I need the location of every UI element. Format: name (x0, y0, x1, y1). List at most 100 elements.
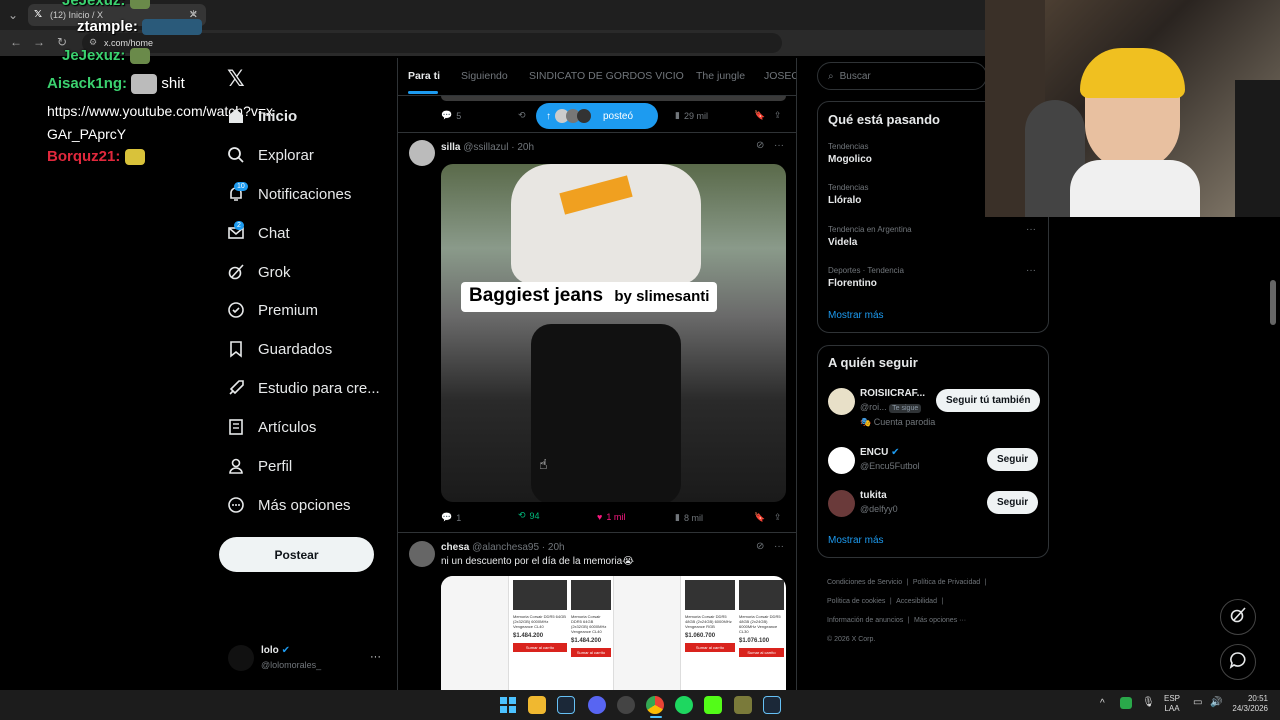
search-input[interactable]: ⌕ Buscar (817, 62, 987, 90)
tab-siguiendo[interactable]: Siguiendo (461, 70, 508, 82)
nav-item-inicio[interactable]: Inicio (226, 101, 297, 131)
avatar[interactable] (828, 447, 855, 474)
avatar[interactable] (409, 140, 435, 166)
discord-icon[interactable] (588, 696, 606, 714)
avatar[interactable] (228, 645, 254, 671)
tab-sindicato[interactable]: SINDICATO DE GORDOS VICIO (529, 70, 684, 82)
footer-link[interactable]: Accesibilidad (896, 598, 937, 605)
repost-button[interactable]: ⟲ 94 (518, 510, 540, 521)
footer-link[interactable]: Política de cookies (827, 598, 885, 605)
author-name[interactable]: chesa (441, 542, 469, 553)
nav-label: Guardados (258, 340, 333, 358)
follow-button[interactable]: Seguir (987, 491, 1039, 514)
x-logo-icon[interactable]: 𝕏 (227, 66, 245, 92)
trend-item[interactable]: Deportes · Tendencia Florentino (828, 266, 1038, 289)
footer-link[interactable]: Condiciones de Servicio (827, 579, 902, 586)
nav-item-chat[interactable]: 2 Chat (226, 218, 290, 248)
post-button[interactable]: Postear (219, 537, 374, 572)
nav-item-perfil[interactable]: Perfil (226, 451, 292, 481)
post-time[interactable]: 20h (548, 542, 565, 553)
messages-float-button[interactable] (1220, 644, 1256, 680)
network-icon[interactable]: ▭ (1193, 697, 1202, 708)
steam-icon[interactable] (763, 696, 781, 714)
avatar[interactable] (409, 541, 435, 567)
post-image[interactable]: Memoria Corsair DDR5 64GB (2x32GB) 6000M… (441, 576, 786, 690)
product-card: Memoria Corsair DDR5 64GB (2x32GB) 6000M… (513, 580, 567, 674)
forward-icon[interactable]: → (33, 35, 45, 49)
file-explorer-icon[interactable] (528, 696, 546, 714)
author-handle[interactable]: @ssillazul (463, 142, 508, 153)
nav-item-guardados[interactable]: Guardados (226, 334, 332, 364)
account-name[interactable]: lolo ✔ (261, 645, 290, 656)
follow-name[interactable]: ENCU ✔ (860, 447, 900, 458)
back-icon[interactable]: ← (10, 35, 22, 49)
post-video[interactable]: Baggiest jeans by slimesanti (441, 164, 786, 502)
grok-float-button[interactable] (1220, 599, 1256, 635)
author-name[interactable]: silla (441, 142, 460, 153)
bookmark-button[interactable]: 🔖 (754, 110, 765, 121)
show-more-link[interactable]: Mostrar más (828, 310, 884, 321)
product-price: $1.484.200 (513, 633, 544, 639)
share-button[interactable]: ⇪ (774, 512, 782, 523)
views-button[interactable]: ▮ 8 mil (675, 512, 703, 523)
nav-item-notificaciones[interactable]: 10 Notificaciones (226, 179, 351, 209)
follow-back-button[interactable]: Seguir tú también (936, 389, 1041, 412)
hand-cursor-icon: ☝ (539, 456, 548, 472)
steam-icon[interactable] (557, 696, 575, 714)
new-posts-pill[interactable]: ↑ posteó (536, 103, 658, 129)
trend-more-icon[interactable]: ··· (1026, 265, 1036, 276)
repost-button[interactable]: ⟲ (518, 110, 526, 121)
tray-app-icon[interactable] (1120, 697, 1132, 709)
language-indicator[interactable]: ESP LAA (1164, 694, 1180, 714)
follow-name[interactable]: ROISIICRAF... (860, 388, 925, 399)
kick-icon[interactable] (704, 696, 722, 714)
bookmark-button[interactable]: 🔖 (754, 512, 765, 523)
tab-joseo[interactable]: JOSEO (764, 70, 796, 82)
chrome-icon[interactable] (646, 696, 664, 714)
repost-icon: ⟲ (518, 510, 526, 520)
share-button[interactable]: ⇪ (774, 110, 782, 121)
nav-item-estudio[interactable]: Estudio para cre... (226, 373, 380, 403)
like-button[interactable]: ♥ 1 mil (597, 512, 625, 522)
spotify-icon[interactable] (675, 696, 693, 714)
post-time[interactable]: 20h (517, 142, 534, 153)
nav-item-premium[interactable]: Premium (226, 295, 318, 325)
page-scrollbar[interactable] (1270, 280, 1276, 325)
grok-post-icon[interactable]: ⊘ (756, 140, 764, 151)
nav-item-explorar[interactable]: Explorar (226, 140, 314, 170)
account-more-icon[interactable]: ··· (370, 651, 381, 663)
footer-link[interactable]: Más opciones ··· (914, 617, 966, 624)
filter-panel (613, 576, 681, 690)
reply-button[interactable]: 💬 5 (441, 110, 461, 121)
author-handle[interactable]: @alanchesa95 (472, 542, 539, 553)
trend-item[interactable]: Tendencia en Argentina Videla (828, 225, 1038, 248)
post-more-icon[interactable]: ··· (774, 140, 784, 151)
obs-icon[interactable] (617, 696, 635, 714)
post-more-icon[interactable]: ··· (774, 541, 784, 552)
nav-item-mas-opciones[interactable]: Más opciones (226, 490, 351, 520)
trend-more-icon[interactable]: ··· (1026, 224, 1036, 235)
tab-list-icon[interactable]: ⌄ (8, 8, 18, 22)
clock[interactable]: 20:51 24/3/2026 (1228, 694, 1268, 714)
nav-item-articulos[interactable]: Artículos (226, 412, 316, 442)
microphone-icon[interactable]: 🎙 (1142, 697, 1155, 708)
url-field[interactable]: ⚙ x.com/home (82, 33, 782, 53)
tray-chevron-icon[interactable]: ^ (1100, 698, 1105, 709)
avatar[interactable] (828, 490, 855, 517)
follow-button[interactable]: Seguir (987, 448, 1039, 471)
volume-icon[interactable]: 🔊 (1210, 697, 1222, 708)
tab-the-jungle[interactable]: The jungle (696, 70, 745, 82)
nav-item-grok[interactable]: Grok (226, 257, 291, 287)
avatar[interactable] (828, 388, 855, 415)
tab-para-ti[interactable]: Para ti (408, 70, 440, 82)
footer-link[interactable]: Información de anuncios (827, 617, 903, 624)
follow-name[interactable]: tukita (860, 490, 887, 501)
footer-link[interactable]: Política de Privacidad (913, 579, 980, 586)
views-button[interactable]: ▮ 29 mil (675, 110, 708, 121)
parody-label: 🎭 Cuenta parodia (860, 417, 935, 428)
grok-post-icon[interactable]: ⊘ (756, 541, 764, 552)
start-icon[interactable] (499, 696, 517, 714)
show-more-link[interactable]: Mostrar más (828, 535, 884, 546)
app-icon[interactable] (734, 696, 752, 714)
reply-button[interactable]: 💬 1 (441, 512, 461, 523)
